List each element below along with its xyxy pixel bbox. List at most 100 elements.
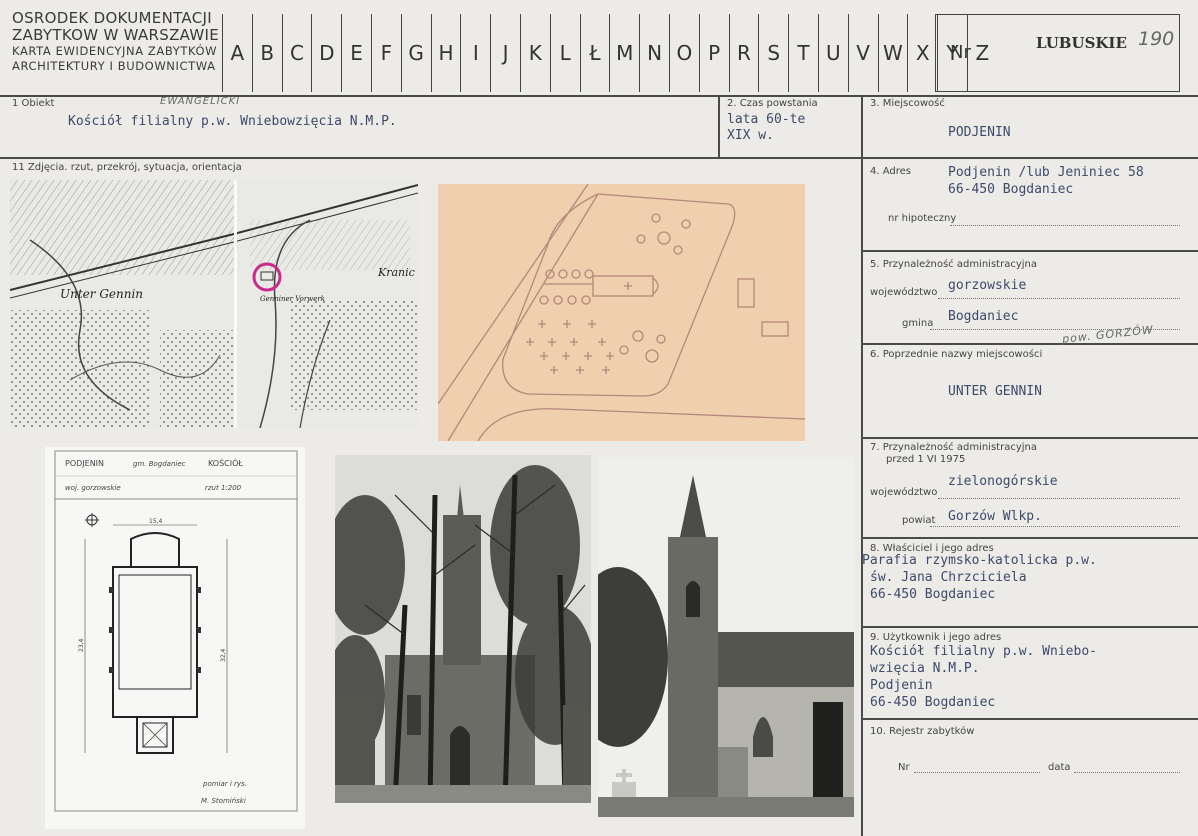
divider xyxy=(861,250,1198,252)
index-letter: X xyxy=(907,14,937,92)
plan-object: KOŚCIÓŁ xyxy=(208,457,243,468)
adres-value-2: 66-450 Bogdaniec xyxy=(948,182,1074,197)
index-letter: D xyxy=(311,14,341,92)
index-letter: W xyxy=(877,14,908,92)
index-letter: T xyxy=(788,14,818,92)
index-letter: L xyxy=(549,14,580,92)
index-letter: F xyxy=(370,14,401,92)
index-letter: K xyxy=(519,14,550,92)
zdjecia-label: 11 Zdjęcia. rzut, przekrój, sytuacja, or… xyxy=(12,162,242,173)
plan-dim-side: 32,4 xyxy=(220,648,227,662)
church-trees-image xyxy=(335,455,591,803)
wlasciciel-value-1: Parafia rzymsko-katolicka p.w. xyxy=(862,553,1097,568)
uzytkownik-label: 9. Użytkownik i jego adres xyxy=(870,632,1002,643)
church-photo-trees xyxy=(335,455,591,803)
church-tower-image xyxy=(598,457,854,817)
woj75-label: województwo xyxy=(870,487,938,498)
divider xyxy=(861,437,1198,439)
czas-label: 2. Czas powstania xyxy=(727,98,818,109)
divider xyxy=(861,537,1198,539)
dotted-line xyxy=(930,525,1180,527)
index-letter: Ł xyxy=(579,14,610,92)
organization-header: OSRODEK DOKUMENTACJI ZABYTKOW W WARSZAWI… xyxy=(12,10,219,74)
czas-value-2: XIX w. xyxy=(727,128,774,143)
divider xyxy=(861,343,1198,345)
index-letter: G xyxy=(400,14,431,92)
uzytkownik-value-1: Kościół filialny p.w. Wniebo- xyxy=(870,644,1097,659)
wojewodztwo-value: gorzowskie xyxy=(948,278,1027,293)
dotted-line xyxy=(938,297,1180,299)
dotted-line xyxy=(938,497,1180,499)
index-letter: O xyxy=(668,14,699,92)
index-letter: M xyxy=(609,14,639,92)
dotted-line xyxy=(930,328,1180,330)
index-letter: S xyxy=(758,14,788,92)
plan-woj: woj. gorzowskie xyxy=(65,484,121,492)
dotted-line xyxy=(914,771,1040,773)
wlasciciel-value-3: 66-450 Bogdaniec xyxy=(870,587,996,602)
plan-dim-inner: 23,4 xyxy=(78,638,85,652)
przynal-label: 5. Przynależność administracyjna xyxy=(870,259,1037,270)
org-line-4: ARCHITEKTURY I BUDOWNICTWA xyxy=(12,59,216,73)
index-letter: B xyxy=(251,14,282,92)
index-letter: V xyxy=(847,14,878,92)
index-letter: A xyxy=(222,14,252,92)
czas-value-1: lata 60-te xyxy=(727,112,806,127)
historical-map-photo: Unter Gennin Kranic Genniner Vorwerk xyxy=(10,180,418,428)
miejscowosc-value: PODJENIN xyxy=(948,125,1011,140)
wlasciciel-value-2: św. Jana Chrzciciela xyxy=(870,570,1027,585)
index-letter: U xyxy=(817,14,848,92)
region-name: LUBUSKIE xyxy=(1036,34,1127,52)
plan-author-1: pomiar i rys. xyxy=(202,780,247,788)
przynal75-label-2: przed 1 VI 1975 xyxy=(886,454,966,465)
miejscowosc-label: 3. Miejscowość xyxy=(870,98,945,109)
index-letter: C xyxy=(281,14,312,92)
divider xyxy=(861,95,863,836)
gmina-value: Bogdaniec xyxy=(948,309,1019,324)
region-number: 190 xyxy=(1138,28,1175,50)
obiekt-label: 1 Obiekt xyxy=(12,98,55,109)
powiat-value: Gorzów Wlkp. xyxy=(948,509,1042,524)
adres-value-1: Podjenin /lub Jeniniec 58 xyxy=(948,165,1144,180)
wojewodztwo-label: województwo xyxy=(870,287,938,298)
plan-author-2: M. Stomiński xyxy=(201,797,246,805)
site-sketch xyxy=(438,184,805,441)
index-letter: I xyxy=(460,14,490,92)
divider xyxy=(718,95,720,157)
plan-dim-top: 15,4 xyxy=(149,518,163,525)
uzytkownik-value-4: 66-450 Bogdaniec xyxy=(870,695,996,710)
org-line-1: OSRODEK DOKUMENTACJI xyxy=(12,9,212,27)
dotted-line xyxy=(1074,771,1180,773)
uzytkownik-value-2: wzięcia N.M.P. xyxy=(870,661,980,676)
przynal75-label-1: 7. Przynależność administracyjna xyxy=(870,442,1037,453)
floor-plan-drawing: PODJENIN gm. Bogdaniec KOŚCIÓŁ woj. gorz… xyxy=(54,450,298,812)
woj75-value: zielonogórskie xyxy=(948,474,1058,489)
floor-plan: PODJENIN gm. Bogdaniec KOŚCIÓŁ woj. gorz… xyxy=(45,447,305,829)
rejestr-data-label: data xyxy=(1048,762,1071,773)
uzytkownik-value-3: Podjenin xyxy=(870,678,933,693)
plan-place: PODJENIN xyxy=(65,459,104,468)
index-letter: N xyxy=(639,14,669,92)
plan-gmina: gm. Bogdaniec xyxy=(133,460,186,468)
corner-mark xyxy=(6,782,8,791)
org-line-3: KARTA EWIDENCYJNA ZABYTKÓW xyxy=(12,44,218,58)
map-label-vorwerk: Genniner Vorwerk xyxy=(260,295,325,303)
dotted-line xyxy=(950,224,1180,226)
divider xyxy=(861,626,1198,628)
divider xyxy=(0,157,1198,159)
rejestr-label: 10. Rejestr zabytków xyxy=(870,726,975,737)
poprzednie-value: UNTER GENNIN xyxy=(948,384,1042,399)
plan-scale: rzut 1:200 xyxy=(205,484,242,492)
obiekt-value: Kościół filialny p.w. Wniebowzięcia N.M.… xyxy=(68,114,397,129)
region-box xyxy=(935,14,1180,92)
hipoteczny-label: nr hipoteczny xyxy=(888,213,957,224)
rejestr-nr-label: Nr xyxy=(898,762,910,773)
map-label-unter: Unter Gennin xyxy=(60,287,143,301)
adres-label: 4. Adres xyxy=(870,166,911,177)
org-line-2: ZABYTKOW W WARSZAWIE xyxy=(12,26,220,44)
divider xyxy=(861,718,1198,720)
church-photo-tower xyxy=(598,457,854,817)
map-label-kran: Kranic xyxy=(377,266,415,279)
alphabet-index: ABCDEFGHIJKLŁMNOPRSTUVWXYZ xyxy=(222,14,997,92)
obiekt-handnote: EWANGELICKI xyxy=(160,96,241,107)
